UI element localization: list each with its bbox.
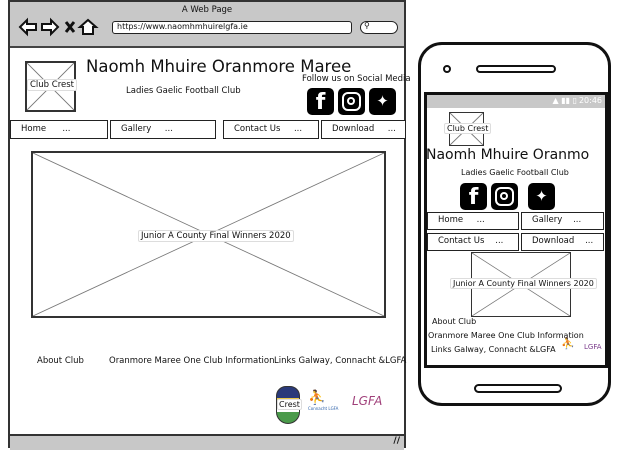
home-button[interactable] <box>474 384 562 393</box>
facebook-icon[interactable]: f <box>307 88 334 115</box>
lgfa-logo[interactable]: LGFA <box>584 343 602 351</box>
nav-contact[interactable]: Contact Us ... <box>223 120 319 139</box>
resize-grip-icon[interactable]: // <box>393 436 400 446</box>
speaker-icon <box>476 65 556 73</box>
nav-home[interactable]: Home ... <box>10 120 108 139</box>
camera-icon <box>443 65 451 73</box>
url-input[interactable]: https://www.naomhmhuirelgfa.ie <box>112 21 352 34</box>
nav-gallery[interactable]: Gallery ... <box>110 120 216 139</box>
nav-buttons <box>18 17 99 37</box>
home-icon[interactable] <box>77 18 99 35</box>
mobile-nav-home[interactable]: Home ... <box>427 212 519 230</box>
mobile-subtitle: Ladies Gaelic Football Club <box>461 168 569 177</box>
footer-about-link[interactable]: About Club <box>37 356 84 366</box>
crest-label: Club Crest <box>27 79 78 91</box>
instagram-icon[interactable] <box>491 183 518 210</box>
close-x-icon[interactable] <box>64 21 76 33</box>
site-subtitle: Ladies Gaelic Football Club <box>126 86 241 96</box>
facebook-icon[interactable]: f <box>460 183 487 210</box>
lgfa-logo[interactable]: LGFA <box>352 394 382 408</box>
nav-download[interactable]: Download ... <box>321 120 406 139</box>
twitter-icon[interactable]: ✦ <box>528 183 555 210</box>
phone-screen: ▲ ▮▮ ▯ 20:46 Club Crest Naomh Mhuire Ora… <box>424 92 608 368</box>
browser-window: A Web Page https://www.naomhmhuirelgfa.i… <box>8 0 411 450</box>
mobile-hero-placeholder: Junior A County Final Winners 2020 <box>450 252 597 317</box>
footer-info-link[interactable]: Oranmore Maree One Club Information <box>109 356 275 366</box>
phone-status-bar: ▲ ▮▮ ▯ 20:46 <box>427 95 605 108</box>
instagram-icon[interactable] <box>338 88 365 115</box>
mobile-nav-contact[interactable]: Contact Us ... <box>427 233 519 251</box>
back-arrow-icon[interactable] <box>18 17 37 37</box>
twitter-icon[interactable]: ✦ <box>369 88 396 115</box>
mobile-site-title: Naomh Mhuire Oranmo <box>426 147 590 163</box>
hero-image-placeholder: Junior A County Final Winners 2020 <box>31 151 386 318</box>
browser-toolbar: A Web Page https://www.naomhmhuirelgfa.i… <box>10 2 404 48</box>
mobile-footer-about[interactable]: About Club <box>432 317 476 326</box>
connacht-lgfa-logo[interactable]: ⛹ <box>561 337 575 350</box>
signal-icons: ▲ ▮▮ ▯ <box>552 96 577 105</box>
mobile-crest-placeholder: Club Crest <box>444 112 492 146</box>
forward-arrow-icon[interactable] <box>41 17 60 37</box>
mobile-nav-gallery[interactable]: Gallery ... <box>521 212 604 230</box>
window-title: A Web Page <box>181 5 233 15</box>
club-crest-placeholder: Club Crest <box>25 61 78 112</box>
club-crest-logo[interactable]: Crest <box>276 386 302 424</box>
mobile-nav-download[interactable]: Download ... <box>521 233 604 251</box>
connacht-lgfa-logo[interactable]: ⛹ Connacht LGFA <box>308 390 338 411</box>
footer-links-link[interactable]: Links Galway, Connacht &LGFA <box>274 356 406 366</box>
follow-text: Follow us on Social Media <box>302 74 411 84</box>
mobile-footer-links[interactable]: Links Galway, Connacht &LGFA <box>431 345 556 354</box>
search-icon: ⚲ <box>364 21 370 30</box>
search-field[interactable]: ⚲ <box>360 21 398 34</box>
clock: 20:46 <box>578 96 602 105</box>
hero-label: Junior A County Final Winners 2020 <box>138 230 294 242</box>
